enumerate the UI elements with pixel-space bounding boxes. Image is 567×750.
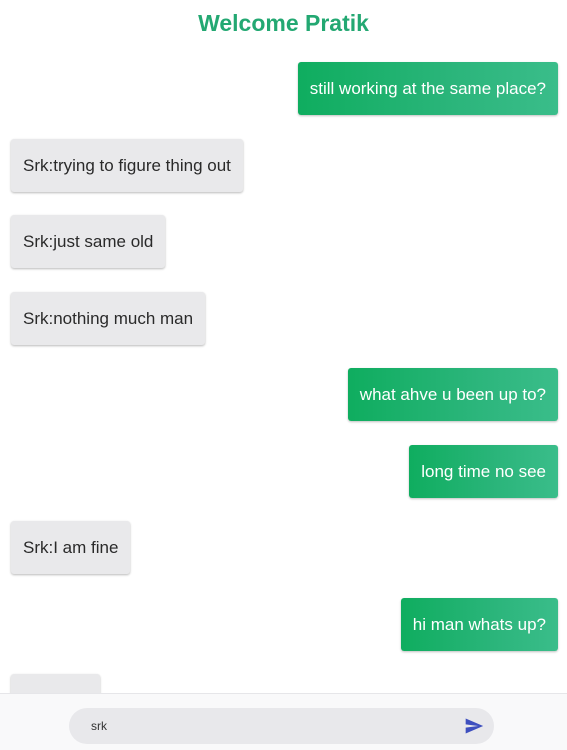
send-icon[interactable] bbox=[464, 716, 484, 736]
message-list: Welcome Pratik still working at the same… bbox=[0, 0, 567, 693]
message-bubble-sent: hi man whats up? bbox=[400, 598, 558, 651]
page-title: Welcome Pratik bbox=[198, 10, 369, 36]
message-bubble-received bbox=[11, 674, 100, 693]
message-bubble-received: Srk:nothing much man bbox=[11, 292, 206, 345]
composer-bar bbox=[0, 693, 567, 750]
message-bubble-received: Srk:trying to figure thing out bbox=[11, 139, 243, 192]
message-bubble-sent: still working at the same place? bbox=[297, 62, 558, 115]
message-bubble-sent: what ahve u been up to? bbox=[347, 368, 558, 421]
message-bubble-received: Srk:just same old bbox=[11, 215, 166, 268]
message-input[interactable] bbox=[91, 708, 451, 744]
chat-app: Welcome Pratik still working at the same… bbox=[0, 0, 567, 750]
message-bubble-received: Srk:I am fine bbox=[11, 521, 131, 574]
message-input-container bbox=[69, 708, 494, 744]
message-bubble-sent: long time no see bbox=[409, 445, 558, 498]
